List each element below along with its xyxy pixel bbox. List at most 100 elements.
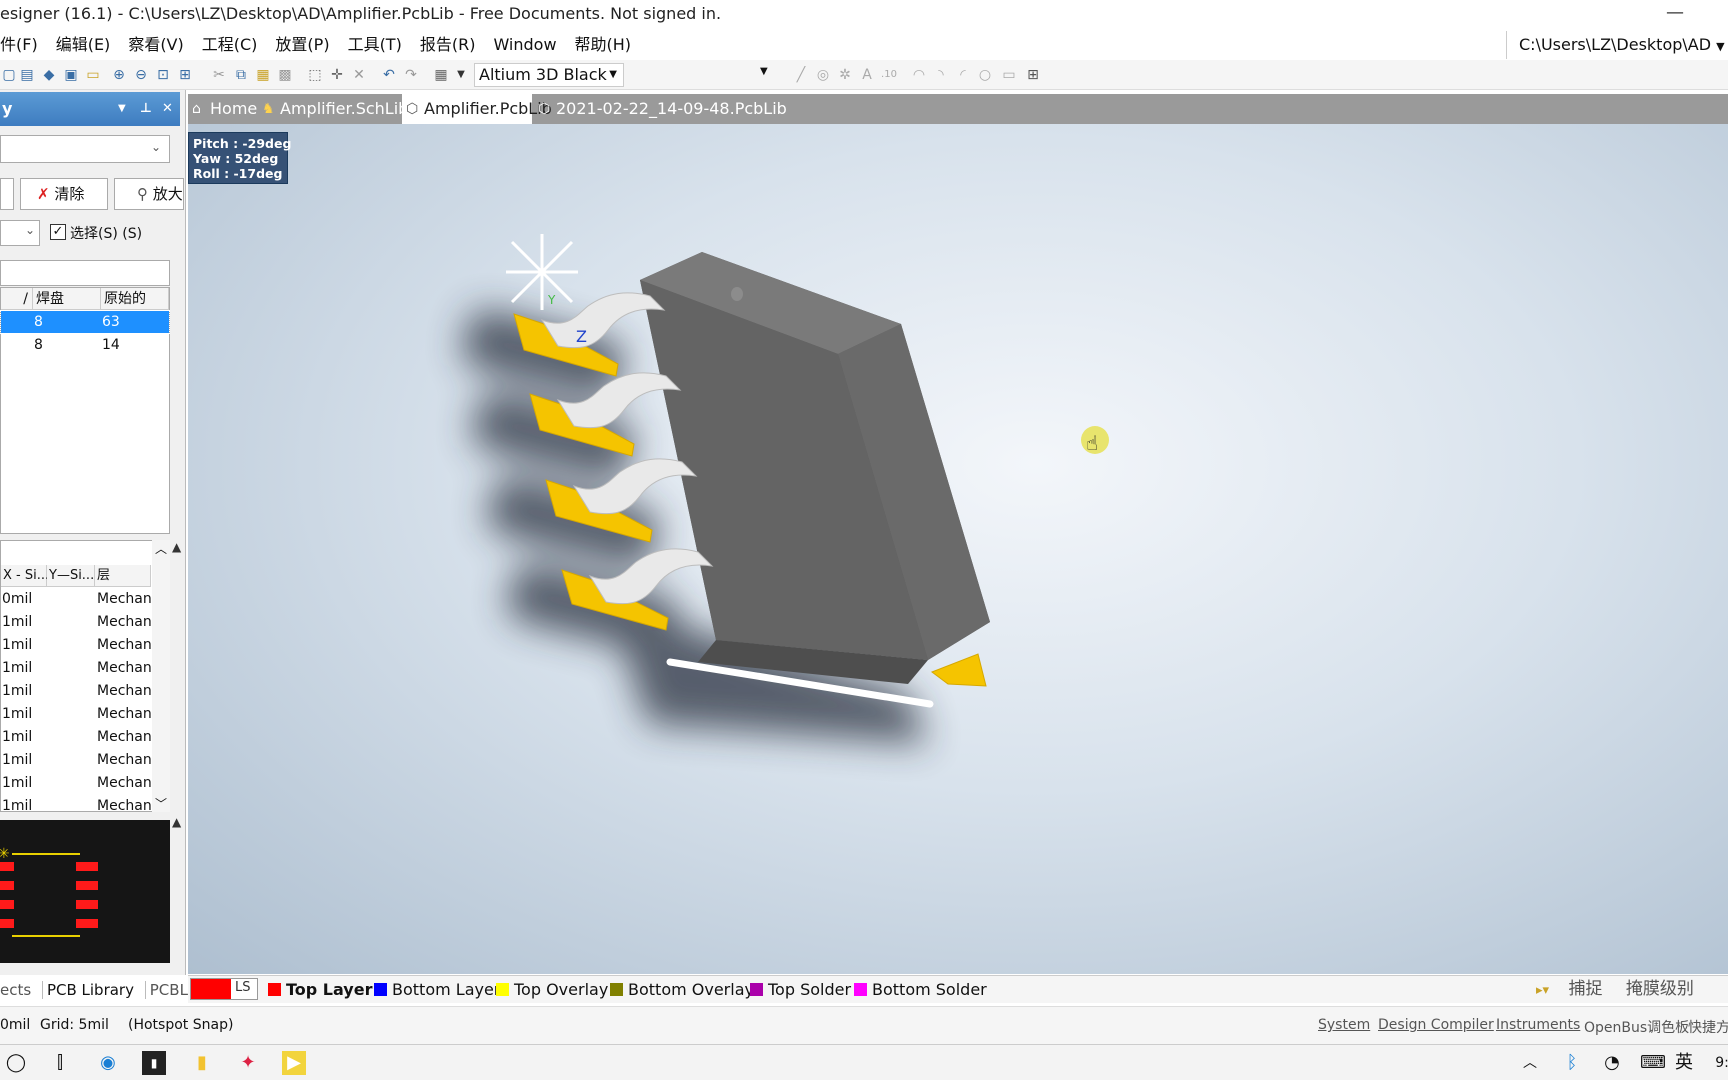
table-scrollbar[interactable]: ︿ ﹀: [152, 540, 170, 812]
line-icon[interactable]: ╱: [792, 66, 810, 84]
table-row[interactable]: 1mil Mechan: [1, 680, 152, 703]
tab-backup-pcblib[interactable]: ⬡ 2021-02-22_14-09-48.PcbLib: [534, 94, 787, 124]
search-icon[interactable]: ◯: [4, 1051, 28, 1075]
zoom-button[interactable]: ⚲ 放大: [114, 178, 184, 210]
grid-icon[interactable]: ▦: [432, 66, 450, 84]
filter-combo[interactable]: ⌄: [0, 220, 40, 246]
select-area-icon[interactable]: ⬚: [306, 66, 324, 84]
3d-viewport[interactable]: Y Z ☝: [188, 124, 1728, 974]
status-link-shortcuts[interactable]: 快捷方: [1688, 1017, 1728, 1037]
file-explorer-icon[interactable]: ▮: [190, 1051, 214, 1075]
column-header-primitives[interactable]: 原始的: [101, 288, 169, 310]
table-row[interactable]: 1mil Mechan: [1, 749, 152, 772]
column-header-y-size[interactable]: Y—Si...: [47, 565, 95, 587]
layer-tab-top-layer[interactable]: Top Layer: [266, 976, 372, 1004]
clock[interactable]: 9:: [1710, 1051, 1728, 1075]
chevron-down-icon[interactable]: ﹀: [155, 795, 167, 812]
table-row[interactable]: 8 14: [1, 334, 169, 356]
layer-tab-bottom-solder[interactable]: Bottom Solder: [852, 976, 987, 1004]
column-header-x-size[interactable]: X - Si...: [1, 565, 49, 587]
table-row[interactable]: 1mil Mechan: [1, 657, 152, 680]
status-link-system[interactable]: System: [1318, 1017, 1370, 1033]
zoom-area-icon[interactable]: ⊞: [176, 66, 194, 84]
mask-combo[interactable]: ⌄: [0, 135, 170, 163]
layer-scroll-icon[interactable]: ▸▾: [1536, 983, 1549, 998]
edge-icon[interactable]: ◉: [96, 1051, 120, 1075]
column-header-name[interactable]: /: [1, 288, 33, 310]
menu-tools[interactable]: 工具(T): [348, 30, 402, 60]
bluetooth-icon[interactable]: ᛒ: [1560, 1051, 1584, 1075]
view-theme-select[interactable]: Altium 3D Black ▼: [474, 63, 624, 87]
zoom-fit-icon[interactable]: ⊡: [154, 66, 172, 84]
menu-view[interactable]: 察看(V): [128, 30, 183, 60]
pin-icon[interactable]: ⊥: [140, 92, 152, 126]
tab-projects[interactable]: ects: [0, 981, 31, 999]
layer-tab-top-overlay[interactable]: Top Overlay: [494, 976, 608, 1004]
terminal-icon[interactable]: ▮: [142, 1051, 166, 1075]
fill-icon[interactable]: ▭: [1000, 66, 1018, 84]
via-icon[interactable]: ◎: [814, 66, 832, 84]
status-link-instruments[interactable]: Instruments: [1496, 1017, 1580, 1033]
table-row[interactable]: 0mil Mechan: [1, 588, 152, 611]
apply-button[interactable]: [0, 178, 14, 210]
layer-tab-top-solder[interactable]: Top Solder: [748, 976, 851, 1004]
select-checkbox[interactable]: ✓: [50, 224, 66, 240]
menu-edit[interactable]: 编辑(E): [56, 30, 111, 60]
menu-reports[interactable]: 报告(R): [420, 30, 476, 60]
grid-dropdown-icon[interactable]: ▼: [452, 66, 470, 84]
close-icon[interactable]: ✕: [162, 92, 173, 126]
ime-indicator[interactable]: 英: [1672, 1051, 1696, 1075]
layer-tab-bottom-layer[interactable]: Bottom Layer: [372, 976, 500, 1004]
current-layer-indicator[interactable]: LS: [190, 978, 258, 1000]
altium-icon[interactable]: ✦: [236, 1051, 260, 1075]
chevron-up-icon[interactable]: ︿: [155, 540, 167, 557]
coordinate-icon[interactable]: .10: [880, 66, 898, 84]
collapse-up-icon[interactable]: ▲: [172, 815, 181, 829]
menu-place[interactable]: 放置(P): [275, 30, 329, 60]
circle-icon[interactable]: ○: [976, 66, 994, 84]
tab-home[interactable]: ⌂ Home: [188, 94, 257, 124]
status-link-openbus[interactable]: OpenBus调色板: [1584, 1017, 1689, 1037]
collapse-up-icon[interactable]: ▲: [172, 540, 181, 554]
menu-help[interactable]: 帮助(H): [575, 30, 632, 60]
task-view-icon[interactable]: ⫿: [48, 1051, 72, 1075]
chevron-down-icon[interactable]: ▼: [760, 66, 768, 77]
table-row[interactable]: 1mil Mechan: [1, 611, 152, 634]
component-icon[interactable]: ▣: [62, 66, 80, 84]
pad-icon[interactable]: ✲: [836, 66, 854, 84]
snap-button[interactable]: 捕捉: [1568, 979, 1602, 999]
menu-file[interactable]: 件(F): [0, 30, 38, 60]
zoom-in-icon[interactable]: ⊕: [110, 66, 128, 84]
filter-input[interactable]: [0, 260, 170, 286]
table-row[interactable]: 1mil Mechan: [1, 703, 152, 726]
tab-pcb-library[interactable]: PCB Library: [41, 981, 134, 999]
redo-icon[interactable]: ↷: [402, 66, 420, 84]
table-row[interactable]: 1mil Mechan: [1, 795, 152, 811]
media-player-icon[interactable]: ▶: [282, 1051, 306, 1075]
print-icon[interactable]: ▢: [0, 66, 18, 84]
paste-icon[interactable]: ▦: [254, 66, 272, 84]
string-icon[interactable]: A: [858, 66, 876, 84]
cut-icon[interactable]: ✂: [210, 66, 228, 84]
table-row[interactable]: 8 63: [0, 310, 170, 334]
zoom-out-icon[interactable]: ⊖: [132, 66, 150, 84]
minimize-button[interactable]: —: [1660, 2, 1690, 26]
print-preview-icon[interactable]: ▤: [18, 66, 36, 84]
menu-project[interactable]: 工程(C): [202, 30, 258, 60]
deselect-icon[interactable]: ✕: [350, 66, 368, 84]
status-link-design-compiler[interactable]: Design Compiler: [1378, 1017, 1494, 1033]
table-row[interactable]: 1mil Mechan: [1, 772, 152, 795]
undo-icon[interactable]: ↶: [380, 66, 398, 84]
arc-any-icon[interactable]: ◜: [954, 66, 972, 84]
table-row[interactable]: 1mil Mechan: [1, 726, 152, 749]
table-row[interactable]: 1mil Mechan: [1, 634, 152, 657]
board-icon[interactable]: ◆: [40, 66, 58, 84]
tab-amplifier-pcblib[interactable]: ⬡ Amplifier.PcbLib: [402, 94, 552, 124]
wifi-icon[interactable]: ◔: [1600, 1051, 1624, 1075]
arc-edge-icon[interactable]: ◝: [932, 66, 950, 84]
clear-button[interactable]: ✗ 清除: [20, 178, 108, 210]
layer-tab-bottom-overlay[interactable]: Bottom Overlay: [608, 976, 754, 1004]
rubber-stamp-icon[interactable]: ▩: [276, 66, 294, 84]
column-header-pads[interactable]: 焊盘: [33, 288, 101, 310]
panel-menu-icon[interactable]: ▼: [118, 92, 126, 126]
